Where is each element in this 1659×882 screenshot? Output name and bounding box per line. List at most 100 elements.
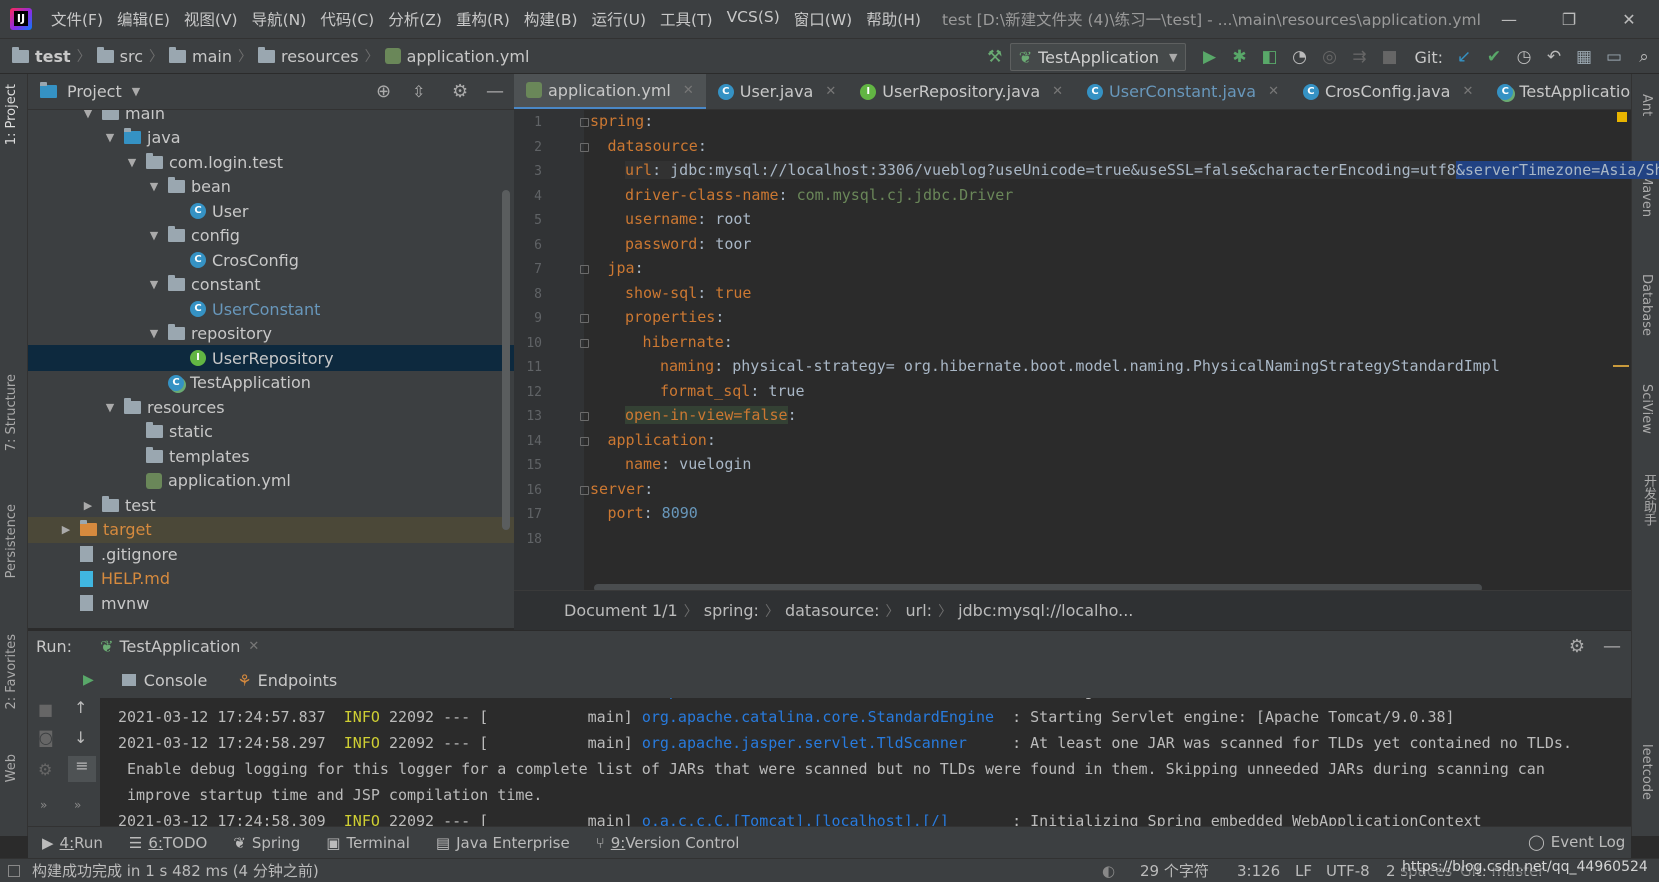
code-editor[interactable]	[584, 110, 1631, 590]
breadcrumb-item[interactable]: resources	[258, 46, 359, 66]
expanded-arrow-icon[interactable]: ▼	[146, 327, 162, 340]
project-view-select[interactable]: Project	[67, 82, 122, 101]
tree-item[interactable]: ▼ constant	[28, 272, 514, 298]
restore-button[interactable]: ❐	[1539, 0, 1599, 38]
tool-tab-project[interactable]: 1: Project	[4, 84, 19, 145]
event-log-tab[interactable]: ◯ Event Log	[1528, 826, 1625, 858]
tree-item[interactable]: ▼ config	[28, 223, 514, 249]
rerun-icon[interactable]: ⇉	[1344, 42, 1374, 72]
tree-item[interactable]: C UserConstant	[28, 296, 514, 322]
tool-tab-structure[interactable]: 7: Structure	[4, 374, 19, 451]
rerun-icon[interactable]: ▶	[83, 672, 94, 688]
expanded-arrow-icon[interactable]: ▼	[102, 131, 118, 144]
bottom-tab[interactable]: ▶ 4: Run	[42, 834, 103, 852]
bottom-tab[interactable]: ☰ 6: TODO	[129, 834, 207, 852]
search-icon[interactable]: ⌕	[1629, 42, 1659, 72]
gear-icon[interactable]: ⚙	[1569, 636, 1585, 657]
editor-tab[interactable]: application.yml ✕	[514, 74, 706, 109]
bottom-tab[interactable]: ❦ Spring	[233, 834, 300, 852]
expanded-arrow-icon[interactable]: ▼	[146, 180, 162, 193]
file-encoding[interactable]: UTF-8	[1326, 862, 1370, 880]
tool-tab-maven[interactable]: Maven	[1639, 174, 1654, 217]
tool-tab-leetcode[interactable]: leetcode	[1639, 744, 1654, 800]
editor-breadcrumb-item[interactable]: datasource:	[785, 601, 880, 620]
breadcrumb-item[interactable]: application.yml	[384, 47, 529, 66]
menu-item[interactable]: 分析(Z)	[381, 8, 449, 30]
tree-item[interactable]: ▼ resources	[28, 394, 514, 420]
coverage-icon[interactable]: ◧	[1254, 42, 1284, 72]
scroll-up-icon[interactable]: ↑	[74, 698, 87, 717]
error-stripe-marker[interactable]	[1613, 365, 1629, 367]
tool-tab-web[interactable]: Web	[4, 754, 19, 782]
tree-item[interactable]: mvnw	[28, 590, 514, 616]
expanded-arrow-icon[interactable]: ▼	[102, 401, 118, 414]
menu-item[interactable]: 视图(V)	[177, 8, 245, 30]
menu-item[interactable]: 帮助(H)	[859, 8, 928, 30]
git-rollback-icon[interactable]: ↶	[1539, 42, 1569, 72]
close-icon[interactable]: ✕	[1052, 84, 1063, 99]
fold-marker-icon[interactable]	[580, 412, 589, 421]
tool-tab-dev-helper[interactable]: 开发助手	[1639, 474, 1658, 526]
endpoints-tab[interactable]: Endpoints	[258, 671, 338, 690]
tree-item[interactable]: .gitignore	[28, 541, 514, 567]
close-icon[interactable]: ✕	[683, 83, 694, 98]
close-icon[interactable]: ✕	[1462, 84, 1473, 99]
bottom-tab[interactable]: ⑂ 9: Version Control	[596, 834, 740, 852]
line-separator[interactable]: LF	[1295, 862, 1312, 880]
menu-item[interactable]: 运行(U)	[585, 8, 653, 30]
log-class-link[interactable]: org.apache.jasper.servlet.TldScanner	[642, 734, 967, 752]
breadcrumb-item[interactable]: test	[12, 46, 71, 66]
bottom-tab[interactable]: ▣ Terminal	[326, 834, 410, 852]
tree-item[interactable]: static	[28, 419, 514, 445]
menu-item[interactable]: 窗口(W)	[787, 8, 859, 30]
scroll-down-icon[interactable]: ↓	[74, 728, 87, 747]
debug-icon[interactable]: ✱	[1224, 42, 1254, 72]
tree-item[interactable]: C CrosConfig	[28, 247, 514, 273]
tree-item[interactable]: ▶ target	[28, 516, 514, 543]
terminal-window-icon[interactable]: ▭	[1599, 42, 1629, 72]
minimize-button[interactable]: —	[1479, 0, 1539, 38]
tool-tab-sciview[interactable]: SciView	[1639, 384, 1654, 434]
tree-item[interactable]: ▼ repository	[28, 321, 514, 347]
fold-marker-icon[interactable]	[580, 338, 589, 348]
run-icon[interactable]: ▶	[1194, 42, 1224, 72]
stop-icon[interactable]: ■	[38, 700, 53, 719]
tree-item[interactable]: application.yml	[28, 468, 514, 494]
editor-tab[interactable]: C UserConstant.java ✕	[1075, 74, 1291, 109]
tree-item[interactable]: ▼ com.login.test	[28, 149, 514, 175]
menu-item[interactable]: 重构(R)	[449, 8, 517, 30]
tree-item[interactable]: templates	[28, 443, 514, 469]
console-tab[interactable]: Console	[144, 671, 208, 690]
editor-tab[interactable]: C User.java ✕	[706, 74, 849, 109]
tree-item[interactable]: HELP.md	[28, 566, 514, 592]
camera-icon[interactable]: ◙	[38, 728, 54, 747]
attach-icon[interactable]: ◎	[1314, 42, 1344, 72]
analysis-warning-marker[interactable]	[1617, 112, 1627, 122]
editor-breadcrumb-item[interactable]: Document 1/1	[564, 601, 678, 620]
fold-marker-icon[interactable]	[580, 436, 589, 446]
gear-icon[interactable]: ⚙	[452, 81, 468, 102]
soft-wrap-icon[interactable]: ≡	[68, 756, 96, 782]
tree-item[interactable]: ▶ test	[28, 492, 514, 518]
tree-item[interactable]: C TestApplication	[28, 370, 514, 396]
console-output[interactable]: 2021-03-12 17:24:57.836 INFO 22092 --- […	[100, 698, 1631, 826]
collapse-all-icon[interactable]: ⇳	[412, 82, 425, 101]
close-icon[interactable]: ✕	[825, 84, 836, 99]
run-config-tab[interactable]: TestApplication	[119, 637, 240, 656]
git-commit-icon[interactable]: ✔	[1479, 42, 1509, 72]
menu-item[interactable]: 文件(F)	[44, 8, 110, 30]
close-icon[interactable]: ✕	[1268, 84, 1279, 99]
fold-marker-icon[interactable]	[580, 265, 589, 274]
log-class-link[interactable]: o.a.c.c.C.[Tomcat].[localhost].[/]	[642, 812, 949, 826]
build-hammer-icon[interactable]: ⚒	[980, 42, 1010, 72]
tree-item[interactable]: C User	[28, 198, 514, 224]
tool-tab-ant[interactable]: Ant	[1639, 94, 1654, 116]
expanded-arrow-icon[interactable]: ▼	[124, 156, 140, 169]
tool-tab-persistence[interactable]: Persistence	[4, 504, 19, 578]
fold-marker-icon[interactable]	[580, 142, 589, 152]
hide-panel-icon[interactable]: —	[1603, 636, 1621, 657]
editor-breadcrumb-item[interactable]: url:	[906, 601, 933, 620]
expanded-arrow-icon[interactable]: ▼	[146, 229, 162, 242]
fold-marker-icon[interactable]	[580, 314, 589, 323]
profile-icon[interactable]: ◔	[1284, 42, 1314, 72]
